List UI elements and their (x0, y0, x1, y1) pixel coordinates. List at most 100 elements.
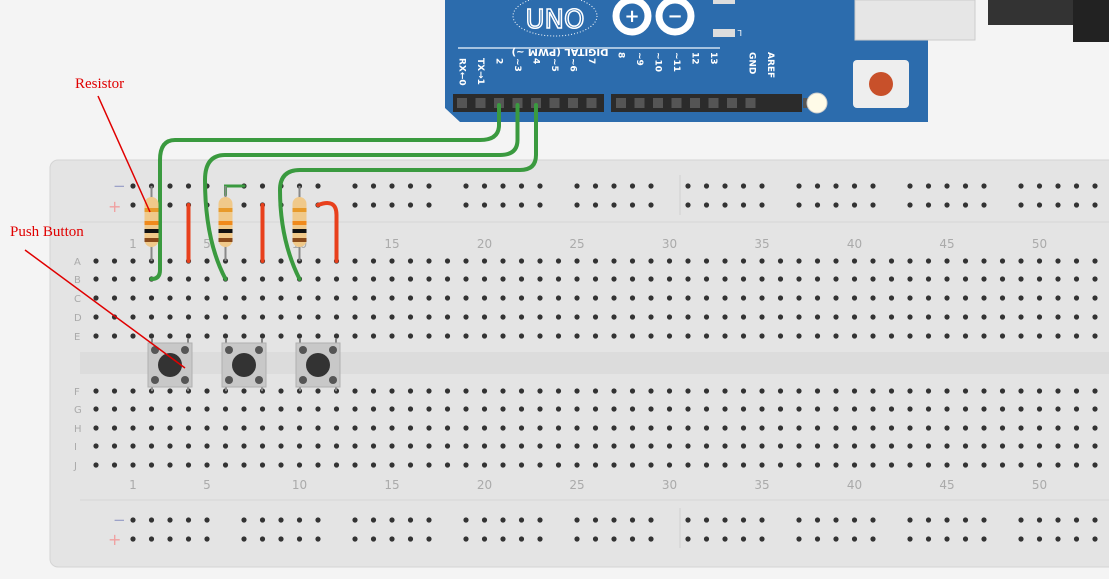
breadboard-hole[interactable] (407, 406, 414, 412)
breadboard-hole[interactable] (962, 536, 969, 542)
breadboard-hole[interactable] (500, 202, 506, 208)
breadboard-hole[interactable] (130, 406, 136, 412)
breadboard-hole[interactable] (759, 183, 765, 189)
breadboard-hole[interactable] (555, 333, 562, 339)
breadboard-hole[interactable] (962, 425, 969, 431)
breadboard-hole[interactable] (241, 425, 247, 431)
breadboard-hole[interactable] (685, 462, 691, 468)
breadboard-hole[interactable] (944, 517, 950, 523)
breadboard-hole[interactable] (925, 536, 932, 542)
breadboard-hole[interactable] (629, 295, 636, 301)
breadboard-hole[interactable] (167, 462, 173, 468)
breadboard-hole[interactable] (1055, 406, 1061, 412)
breadboard-hole[interactable] (148, 406, 155, 412)
breadboard-hole[interactable] (814, 425, 821, 431)
breadboard-hole[interactable] (999, 406, 1006, 412)
breadboard-hole[interactable] (907, 295, 913, 301)
breadboard-hole[interactable] (1036, 425, 1043, 431)
breadboard-hole[interactable] (315, 183, 321, 189)
breadboard-hole[interactable] (407, 258, 414, 264)
breadboard-hole[interactable] (463, 517, 469, 523)
breadboard-hole[interactable] (500, 183, 506, 189)
breadboard-hole[interactable] (130, 314, 136, 320)
header-pin[interactable] (745, 98, 756, 108)
breadboard-hole[interactable] (537, 443, 543, 449)
breadboard-hole[interactable] (296, 462, 303, 468)
breadboard-hole[interactable] (685, 258, 691, 264)
breadboard-hole[interactable] (685, 202, 691, 208)
breadboard-hole[interactable] (1036, 183, 1043, 189)
breadboard-hole[interactable] (204, 333, 210, 339)
breadboard-hole[interactable] (851, 276, 858, 282)
breadboard-hole[interactable] (1036, 536, 1043, 542)
breadboard-hole[interactable] (944, 406, 950, 412)
breadboard-hole[interactable] (241, 406, 247, 412)
breadboard-hole[interactable] (315, 295, 321, 301)
breadboard-hole[interactable] (759, 333, 765, 339)
breadboard-hole[interactable] (685, 183, 691, 189)
breadboard-hole[interactable] (740, 202, 747, 208)
breadboard-hole[interactable] (1018, 276, 1024, 282)
breadboard-hole[interactable] (944, 536, 950, 542)
breadboard-hole[interactable] (1018, 406, 1024, 412)
breadboard-hole[interactable] (93, 425, 99, 431)
breadboard-hole[interactable] (962, 517, 969, 523)
breadboard-hole[interactable] (167, 314, 173, 320)
breadboard-hole[interactable] (814, 295, 821, 301)
breadboard-hole[interactable] (999, 314, 1006, 320)
breadboard-hole[interactable] (574, 425, 580, 431)
breadboard-hole[interactable] (611, 333, 617, 339)
breadboard-hole[interactable] (1018, 517, 1024, 523)
breadboard-hole[interactable] (1092, 406, 1098, 412)
breadboard-hole[interactable] (574, 462, 580, 468)
breadboard-hole[interactable] (907, 202, 913, 208)
breadboard-hole[interactable] (518, 314, 525, 320)
breadboard-hole[interactable] (1018, 536, 1024, 542)
breadboard-hole[interactable] (278, 258, 284, 264)
breadboard-hole[interactable] (296, 517, 303, 523)
breadboard-hole[interactable] (426, 314, 432, 320)
breadboard-hole[interactable] (352, 183, 358, 189)
breadboard-hole[interactable] (851, 202, 858, 208)
breadboard-hole[interactable] (426, 443, 432, 449)
breadboard-hole[interactable] (1055, 536, 1061, 542)
breadboard-hole[interactable] (870, 258, 876, 264)
breadboard-hole[interactable] (814, 276, 821, 282)
breadboard-hole[interactable] (648, 295, 654, 301)
breadboard-hole[interactable] (370, 276, 377, 282)
breadboard-hole[interactable] (1036, 333, 1043, 339)
push-button[interactable] (147, 338, 193, 392)
breadboard-hole[interactable] (962, 258, 969, 264)
breadboard-hole[interactable] (1055, 183, 1061, 189)
breadboard-hole[interactable] (814, 443, 821, 449)
breadboard-hole[interactable] (981, 388, 987, 394)
breadboard-hole[interactable] (703, 425, 710, 431)
breadboard-hole[interactable] (555, 314, 562, 320)
breadboard-hole[interactable] (241, 295, 247, 301)
breadboard-hole[interactable] (999, 333, 1006, 339)
breadboard-hole[interactable] (611, 462, 617, 468)
breadboard-hole[interactable] (722, 406, 728, 412)
breadboard-hole[interactable] (907, 517, 913, 523)
breadboard-hole[interactable] (833, 462, 839, 468)
breadboard-hole[interactable] (1073, 314, 1080, 320)
breadboard-hole[interactable] (500, 425, 506, 431)
breadboard-hole[interactable] (962, 388, 969, 394)
breadboard-hole[interactable] (1092, 443, 1098, 449)
breadboard-hole[interactable] (389, 406, 395, 412)
breadboard-hole[interactable] (555, 462, 562, 468)
breadboard-hole[interactable] (814, 314, 821, 320)
breadboard-hole[interactable] (907, 183, 913, 189)
breadboard-hole[interactable] (407, 314, 414, 320)
breadboard-hole[interactable] (833, 258, 839, 264)
breadboard-hole[interactable] (1036, 443, 1043, 449)
breadboard-hole[interactable] (759, 462, 765, 468)
breadboard-hole[interactable] (925, 388, 932, 394)
breadboard-hole[interactable] (796, 276, 802, 282)
push-button[interactable] (295, 338, 341, 392)
breadboard-hole[interactable] (389, 258, 395, 264)
breadboard-hole[interactable] (611, 425, 617, 431)
breadboard-hole[interactable] (481, 388, 488, 394)
breadboard-hole[interactable] (222, 406, 229, 412)
breadboard-hole[interactable] (111, 425, 118, 431)
